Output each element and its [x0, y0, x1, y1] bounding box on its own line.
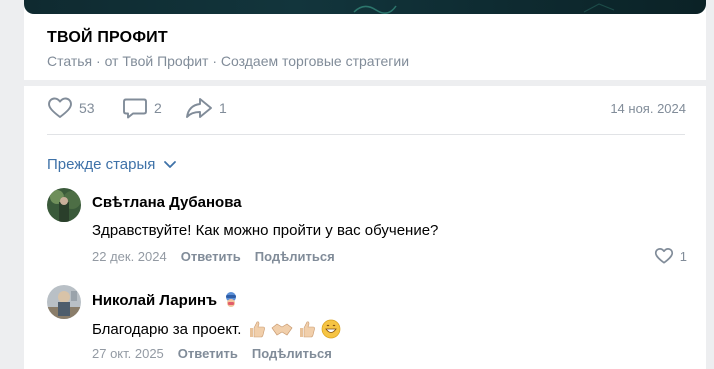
- share-comment-button[interactable]: Подѣлиться: [255, 249, 335, 264]
- comment-icon: [123, 98, 147, 119]
- sort-label: Прежде старыя: [47, 156, 156, 173]
- cover-pattern-icon: [353, 3, 615, 14]
- reply-button[interactable]: Ответить: [178, 346, 238, 361]
- post-date: 14 ноя. 2024: [610, 101, 686, 116]
- share-icon: [186, 98, 212, 118]
- comment-meta: 22 дек. 2024 Ответить Подѣлиться: [92, 249, 335, 264]
- page-background-edge: [706, 0, 714, 369]
- share-comment-button[interactable]: Подѣлиться: [252, 346, 332, 361]
- article-title[interactable]: ТВОЙ ПРОФИТ: [47, 29, 168, 47]
- thumbs-up-emoji: [250, 321, 266, 338]
- comment-author-row: Николай Ларинъ: [92, 291, 239, 309]
- post-card: ТВОЙ ПРОФИТ Статья · от Твой Профит · Со…: [24, 0, 706, 369]
- comment-sort-dropdown[interactable]: Прежде старыя: [47, 156, 177, 173]
- thumbs-up-emoji: [300, 321, 316, 338]
- comment-button[interactable]: 2: [122, 96, 162, 120]
- comment-like-button[interactable]: 1: [654, 247, 687, 265]
- post-actions: 53 2 1 14 ноя. 2024: [24, 86, 706, 134]
- comment-text-row: Благодарю за проект.: [92, 319, 341, 339]
- handshake-emoji: [271, 323, 293, 336]
- share-count: 1: [219, 100, 227, 116]
- reply-button[interactable]: Ответить: [181, 249, 241, 264]
- comment-meta: 27 окт. 2025 Ответить Подѣлиться: [92, 346, 332, 361]
- comment-date[interactable]: 27 окт. 2025: [92, 346, 164, 361]
- article-cover-image[interactable]: [24, 0, 706, 14]
- heart-outline-icon: [654, 248, 673, 264]
- comment-text: Здравствуйте! Как можно пройти у вас обу…: [92, 222, 439, 239]
- comment-author[interactable]: Николай Ларинъ: [92, 292, 217, 309]
- article-subtitle[interactable]: Статья · от Твой Профит · Создаем торгов…: [47, 53, 409, 69]
- comment-date[interactable]: 22 дек. 2024: [92, 249, 167, 264]
- mask-emoji-icon: [226, 292, 237, 307]
- comment-count: 2: [154, 100, 162, 116]
- like-button[interactable]: 53: [47, 96, 95, 120]
- chevron-down-icon: [164, 160, 177, 168]
- avatar[interactable]: [47, 285, 81, 319]
- comment-like-count: 1: [679, 248, 687, 264]
- comment-author[interactable]: Свѣтлана Дубанова: [92, 194, 242, 211]
- heart-icon: [48, 97, 72, 118]
- grin-emoji: [322, 319, 341, 339]
- comment-text: Благодарю за проект.: [92, 320, 242, 338]
- like-count: 53: [79, 100, 95, 116]
- avatar[interactable]: [47, 188, 81, 222]
- share-button[interactable]: 1: [185, 96, 227, 120]
- divider: [47, 134, 685, 135]
